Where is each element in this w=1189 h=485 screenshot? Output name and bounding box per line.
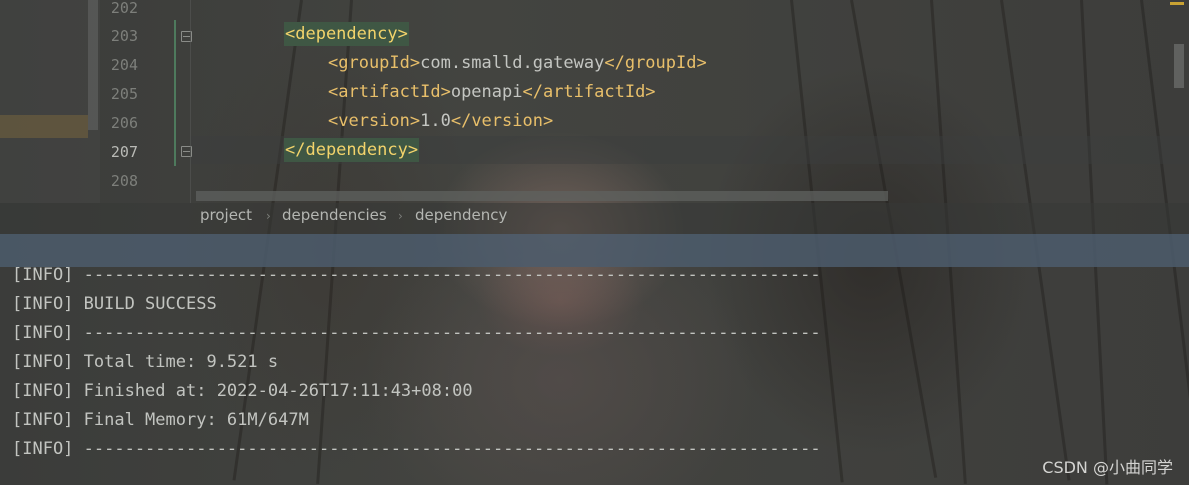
change-marker-bar	[174, 20, 176, 166]
xml-tag: </version>	[450, 111, 554, 131]
xml-tag: <groupId>	[328, 53, 421, 73]
xml-tag: </artifactId>	[522, 82, 656, 102]
xml-text: openapi	[450, 82, 523, 102]
gutter-separator	[190, 0, 191, 203]
breadcrumb	[0, 203, 1189, 234]
line-number: 202	[110, 0, 138, 17]
console-line: [INFO] ---------------------------------…	[12, 439, 821, 459]
line-number: 205	[110, 85, 138, 103]
code-line-205[interactable]: <artifactId>openapi</artifactId>	[328, 82, 656, 102]
xml-tag: <dependency>	[285, 24, 408, 44]
xml-tag: </dependency>	[285, 140, 419, 160]
breadcrumb-item-dependencies[interactable]: dependencies	[282, 206, 387, 224]
line-number: 203	[110, 27, 138, 45]
code-editor[interactable]: 202 203 204 205 206 207 208 <dependency>…	[0, 0, 1189, 203]
xml-tag: </groupId>	[604, 53, 707, 73]
selected-row-highlight	[0, 115, 88, 138]
line-number: 207	[110, 143, 138, 161]
vertical-scrollbar[interactable]	[1174, 44, 1184, 88]
project-panel-strip	[0, 0, 100, 203]
xml-text: 1.0	[420, 111, 451, 131]
panel-divider[interactable]	[0, 234, 1189, 267]
console-line: [INFO] ---------------------------------…	[12, 265, 821, 285]
chevron-right-icon: ›	[398, 209, 403, 223]
console-line: [INFO] BUILD SUCCESS	[12, 294, 217, 314]
code-line-204[interactable]: <groupId>com.smalld.gateway</groupId>	[328, 53, 707, 73]
code-line-207[interactable]: </dependency>	[284, 138, 420, 162]
console-line: [INFO] Final Memory: 61M/647M	[12, 410, 309, 430]
line-number-gutter: 202 203 204 205 206 207 208	[100, 0, 190, 203]
breadcrumb-item-project[interactable]: project	[200, 206, 252, 224]
console-line: [INFO] Total time: 9.521 s	[12, 352, 279, 372]
breadcrumb-item-dependency[interactable]: dependency	[415, 206, 507, 224]
watermark: CSDN @小曲同学	[1042, 458, 1173, 477]
code-line-206[interactable]: <version>1.0</version>	[328, 111, 553, 131]
project-panel-scrollbar[interactable]	[88, 0, 98, 130]
line-number: 208	[110, 172, 138, 190]
console-line: [INFO] ---------------------------------…	[12, 323, 821, 343]
xml-text: com.smalld.gateway	[420, 53, 605, 73]
line-number: 206	[110, 114, 138, 132]
xml-tag: <version>	[328, 111, 421, 131]
code-line-203[interactable]: <dependency>	[284, 22, 409, 46]
chevron-right-icon: ›	[266, 209, 271, 223]
xml-tag: <artifactId>	[328, 82, 451, 102]
warning-marker[interactable]	[1170, 2, 1184, 5]
horizontal-scrollbar[interactable]	[196, 191, 888, 201]
console-line: [INFO] Finished at: 2022-04-26T17:11:43+…	[12, 381, 473, 401]
line-number: 204	[110, 56, 138, 74]
